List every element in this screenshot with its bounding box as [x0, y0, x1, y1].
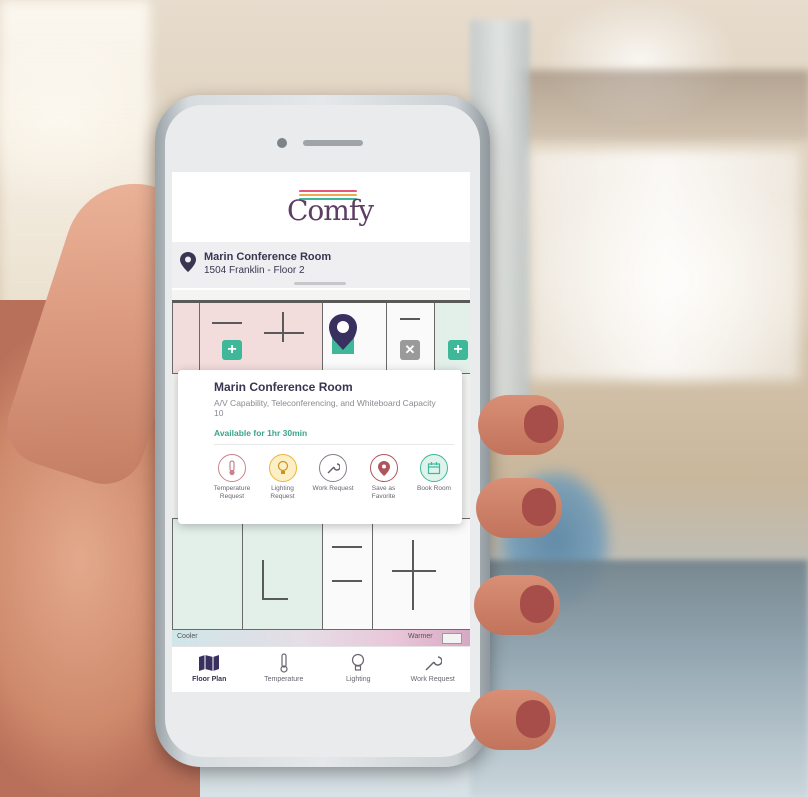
phone-camera: [277, 138, 287, 148]
favorite-pin-icon: [369, 454, 398, 482]
location-room-name: Marin Conference Room: [204, 251, 332, 263]
legend-warmer-label: Warmer: [408, 633, 433, 640]
nav-floor-plan[interactable]: Floor Plan: [172, 647, 247, 692]
work-request-button[interactable]: Work Request: [309, 454, 357, 516]
nav-work-request[interactable]: Work Request: [396, 647, 471, 692]
map-room[interactable]: [172, 518, 244, 630]
room-card-description: A/V Capability, Teleconferencing, and Wh…: [214, 398, 436, 418]
wrench-icon: [319, 454, 347, 482]
logo-text: Comfy: [287, 194, 374, 227]
map-furniture: [264, 332, 304, 334]
drag-handle[interactable]: [294, 282, 346, 285]
nav-lighting[interactable]: Lighting: [321, 647, 396, 692]
finger-nail: [516, 700, 550, 738]
nav-label: Work Request: [410, 676, 455, 683]
map-furniture: [262, 560, 264, 600]
room-card-title: Marin Conference Room: [214, 380, 353, 394]
map-room[interactable]: [198, 302, 324, 374]
temperature-legend: Cooler Warmer: [172, 630, 470, 646]
comfy-logo: Comfy: [277, 182, 374, 232]
app-screen: Comfy Marin Conference Room 1504 Frankli…: [172, 172, 470, 692]
unavailable-room-marker[interactable]: ✕: [400, 340, 420, 360]
book-room-button[interactable]: Book Room: [410, 454, 458, 516]
background-ceiling-beam: [520, 70, 808, 140]
hand-finger: [470, 690, 556, 750]
map-furniture: [412, 540, 414, 610]
map-furniture: [332, 546, 362, 548]
map-furniture: [212, 322, 242, 324]
map-furniture: [392, 570, 436, 572]
map-furniture: [400, 318, 420, 320]
action-label: Book Room: [417, 485, 451, 492]
selected-room-badge-icon: [332, 338, 354, 354]
hand-finger: [478, 395, 564, 455]
finger-nail: [522, 488, 556, 526]
available-room-marker[interactable]: +: [448, 340, 468, 360]
map-furniture: [262, 598, 288, 600]
wrench-icon: [396, 652, 471, 674]
lightbulb-icon: [321, 652, 396, 674]
background-window-right: [530, 150, 800, 380]
temperature-request-button[interactable]: Temperature Request: [208, 454, 256, 516]
bottom-nav: Floor Plan Temperature Lighting Work Req…: [172, 646, 470, 692]
map-furniture: [282, 312, 284, 342]
available-room-marker[interactable]: +: [222, 340, 242, 360]
action-label: Work Request: [312, 485, 354, 492]
location-bar[interactable]: Marin Conference Room 1504 Franklin - Fl…: [172, 242, 470, 288]
room-availability: Available for 1hr 30min: [214, 428, 308, 438]
card-divider: [214, 444, 454, 445]
save-favorite-button[interactable]: Save as Favorite: [360, 454, 408, 516]
legend-cooler-label: Cooler: [177, 633, 198, 640]
thermometer-icon: [218, 454, 246, 482]
action-label: Temperature Request: [213, 485, 251, 500]
nav-label: Floor Plan: [192, 676, 227, 683]
floor-plan-icon: [172, 652, 247, 674]
map-room[interactable]: [434, 302, 470, 374]
location-pin-icon: [180, 252, 196, 272]
hand-finger: [474, 575, 560, 635]
calendar-icon: [420, 454, 448, 482]
location-address: 1504 Franklin - Floor 2: [204, 265, 305, 276]
lightbulb-icon: [268, 454, 297, 482]
map-room[interactable]: [242, 518, 324, 630]
nav-label: Temperature: [264, 676, 304, 683]
nav-temperature[interactable]: Temperature: [247, 647, 322, 692]
map-room[interactable]: [372, 518, 470, 630]
finger-nail: [524, 405, 558, 443]
room-details-card[interactable]: Marin Conference Room A/V Capability, Te…: [178, 370, 462, 524]
map-room[interactable]: [172, 302, 200, 374]
finger-nail: [520, 585, 554, 623]
room-actions: Temperature Request Lighting Request Wor…: [208, 454, 458, 516]
nav-label: Lighting: [345, 676, 371, 683]
legend-toggle[interactable]: [442, 633, 462, 644]
phone-speaker: [303, 140, 363, 146]
map-room[interactable]: [322, 518, 374, 630]
app-header: Comfy: [172, 172, 470, 243]
hand-finger: [476, 478, 562, 538]
thermometer-icon: [247, 652, 322, 674]
action-label: Lighting Request: [270, 485, 295, 500]
map-room[interactable]: [386, 302, 436, 374]
map-outer-wall: [172, 300, 470, 303]
lighting-request-button[interactable]: Lighting Request: [259, 454, 307, 516]
action-label: Save as Favorite: [371, 485, 396, 500]
map-furniture: [332, 580, 362, 582]
